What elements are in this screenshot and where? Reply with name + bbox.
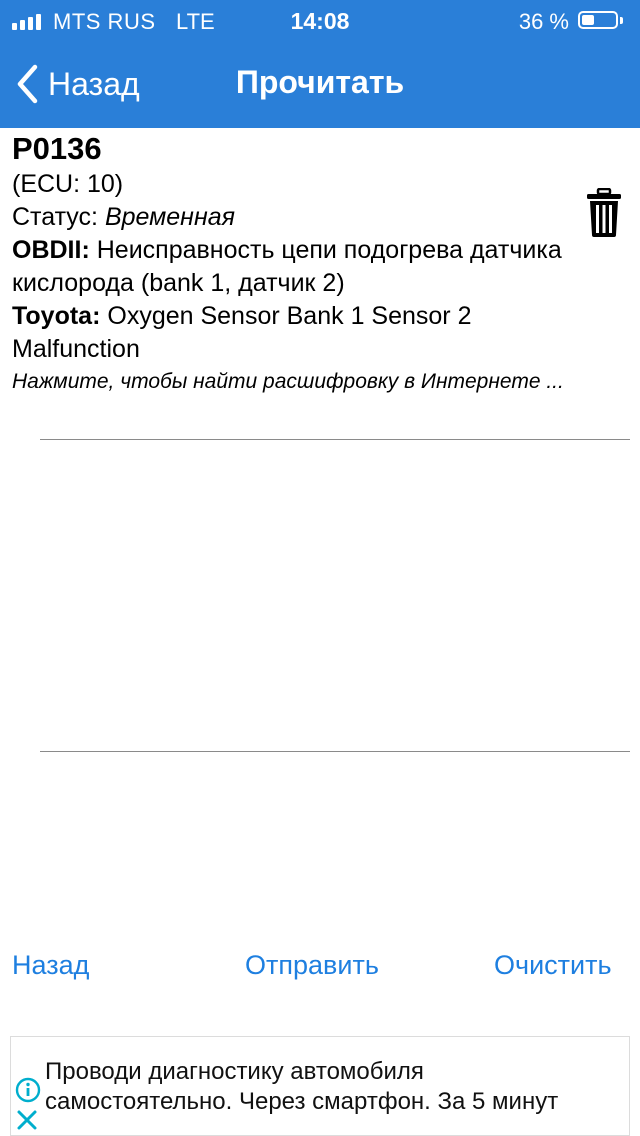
bottom-actions: Назад Отправить Очистить bbox=[0, 950, 640, 990]
status-line: Статус: Временная bbox=[12, 201, 572, 234]
battery-tip bbox=[620, 17, 623, 24]
delete-button[interactable] bbox=[586, 187, 622, 243]
obd-description-line: OBDII: Неисправность цепи подогрева датч… bbox=[12, 234, 572, 300]
top-bar: MTS RUS LTE 14:08 36 % Назад Прочитать bbox=[0, 0, 640, 128]
maker-label: Toyota: bbox=[12, 302, 101, 330]
ad-text-line-2: самостоятельно. Через смартфон. За 5 мин… bbox=[45, 1088, 559, 1115]
clear-button[interactable]: Очистить bbox=[494, 950, 612, 981]
battery-icon bbox=[578, 11, 618, 29]
back-button[interactable]: Назад bbox=[12, 950, 89, 981]
battery-level bbox=[582, 15, 594, 25]
status-label: Статус: bbox=[12, 203, 98, 231]
status-bar: MTS RUS LTE 14:08 36 % bbox=[0, 0, 640, 42]
obd-label: OBDII: bbox=[12, 236, 90, 264]
ad-banner[interactable]: Проводи диагностику автомобиля самостоят… bbox=[10, 1036, 630, 1136]
battery-percent: 36 % bbox=[518, 9, 569, 34]
trash-icon bbox=[587, 187, 621, 237]
divider-top bbox=[40, 439, 630, 440]
status-value: Временная bbox=[104, 203, 235, 231]
web-lookup-link[interactable]: Нажмите, чтобы найти расшифровку в Интер… bbox=[12, 368, 572, 396]
close-icon[interactable] bbox=[16, 1109, 38, 1131]
info-icon[interactable] bbox=[15, 1077, 41, 1103]
page-title: Прочитать bbox=[235, 64, 405, 100]
ad-text: Проводи диагностику автомобиля самостоят… bbox=[45, 1057, 629, 1117]
ad-text-line-1: Проводи диагностику автомобиля bbox=[45, 1058, 424, 1085]
ecu-id: (ECU: 10) bbox=[12, 170, 124, 198]
divider-bottom bbox=[40, 751, 630, 752]
trouble-code-entry[interactable]: P0136 (ECU: 10) Статус: Временная OBDII:… bbox=[12, 130, 572, 396]
trouble-code: P0136 bbox=[12, 131, 102, 166]
obd-description: Неисправность цепи подогрева датчика кис… bbox=[12, 236, 562, 297]
maker-description-line: Toyota: Oxygen Sensor Bank 1 Sensor 2 Ma… bbox=[12, 300, 572, 366]
send-button[interactable]: Отправить bbox=[245, 950, 379, 981]
